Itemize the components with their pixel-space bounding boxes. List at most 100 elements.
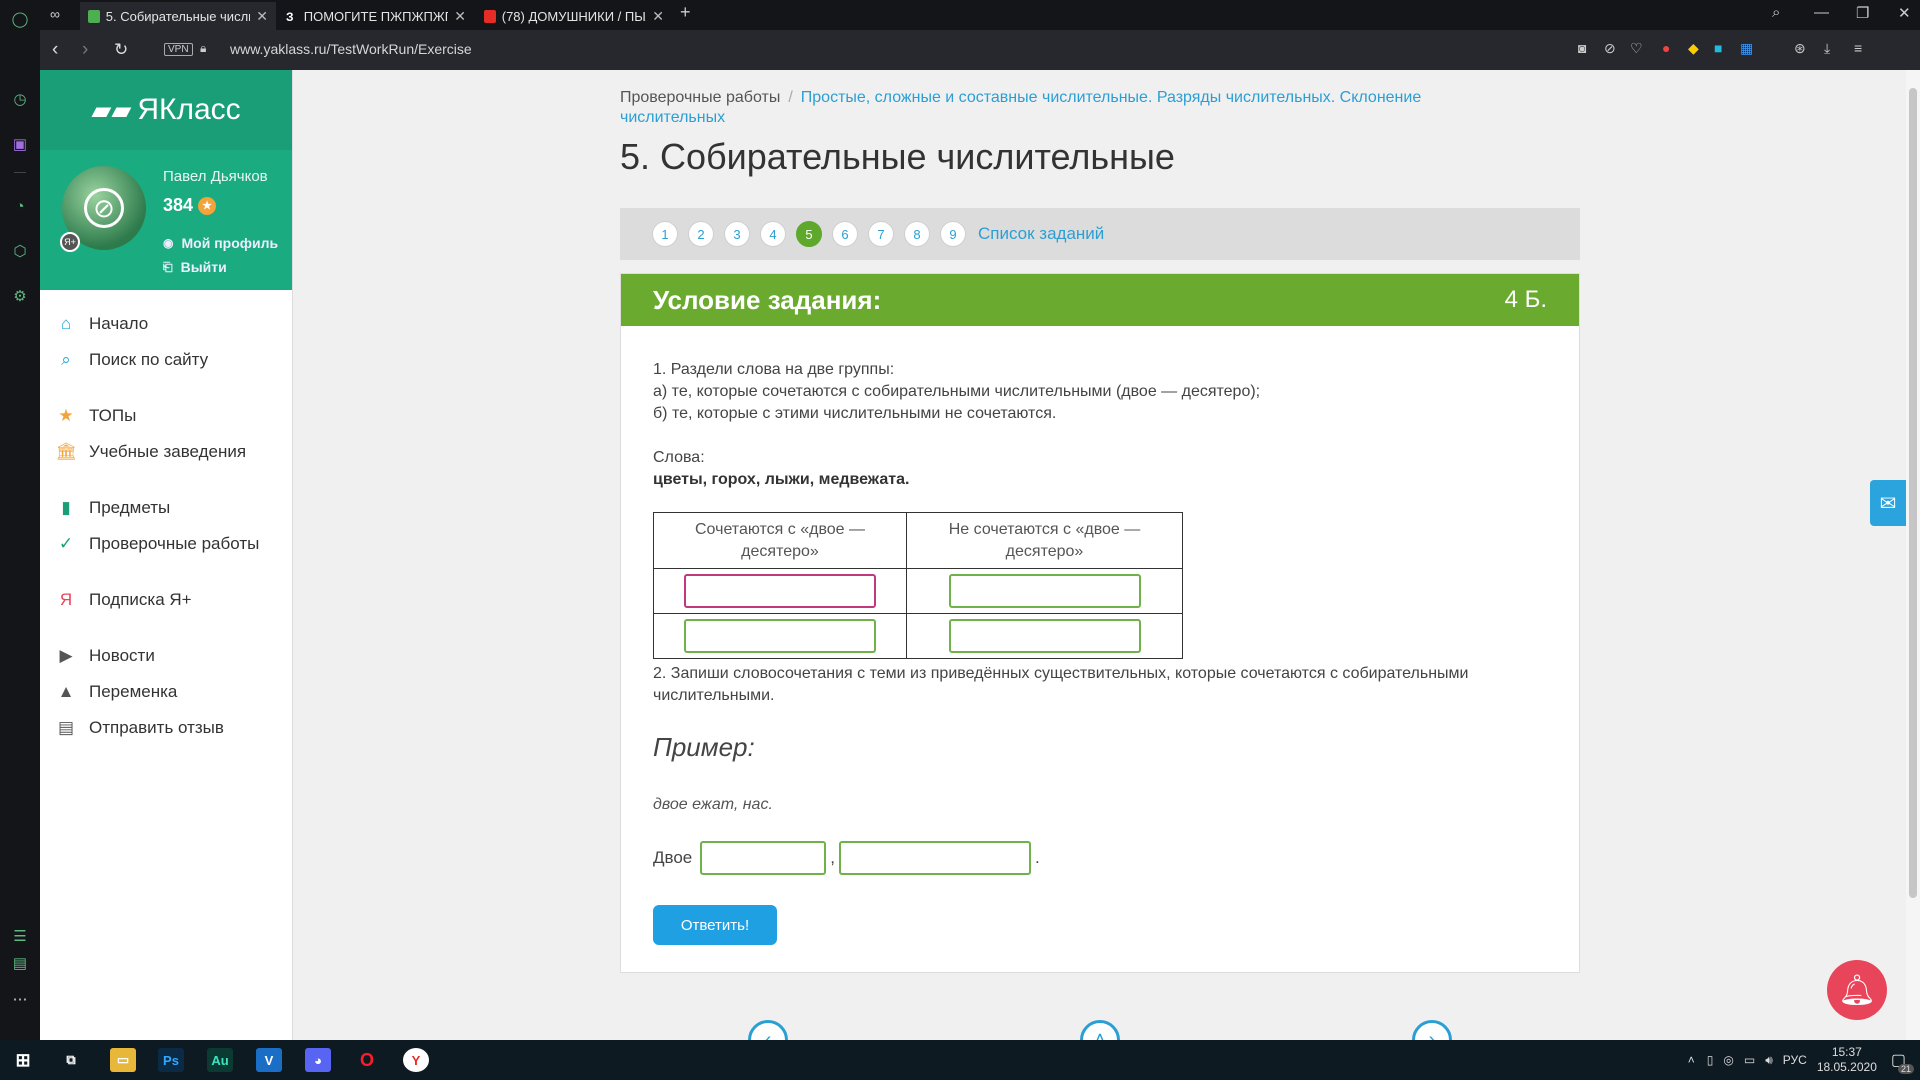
steam-icon[interactable]: ◎ [1723,1053,1733,1067]
download-icon[interactable]: ⤓ [1824,40,1830,57]
heart-icon[interactable]: ♡ [1630,40,1643,57]
mail-icon[interactable]: ✉ [1870,480,1906,526]
tab-menu-icon[interactable]: ∞ [50,6,60,22]
pager-item[interactable]: 5 [796,221,822,247]
logout-link[interactable]: ⎗ Выйти [163,259,227,275]
prev-task-icon[interactable]: ‹ [748,1020,788,1040]
language-indicator[interactable]: РУС [1783,1053,1807,1067]
answer-input-1[interactable] [700,841,827,875]
sidebar-item[interactable]: ▶ Новости [40,638,292,674]
notification-bell-icon[interactable]: 🔔︎ [1827,960,1887,1020]
sidebar-item-label: Подписка Я+ [89,590,192,609]
vpn-badge[interactable]: VPN [164,43,193,56]
windows-start-icon[interactable]: ⊞ [10,1048,36,1072]
sidebar-item[interactable]: ⌂ Начало [40,306,292,342]
avatar[interactable]: ⊘ Я+ [60,166,146,252]
sidebar-item[interactable]: ★ ТОПы [40,398,292,434]
volume-icon[interactable]: 🔊︎ [1765,1053,1773,1068]
scrollbar[interactable] [1906,70,1920,1040]
audition-icon[interactable]: Au [207,1048,233,1072]
file-explorer-icon[interactable]: ▭ [110,1048,136,1072]
more-icon[interactable]: ⋯ [9,988,31,1010]
close-tab-icon[interactable]: ✕ [652,8,664,25]
extension-icon[interactable]: ◆ [1688,40,1699,57]
close-tab-icon[interactable]: ✕ [256,8,268,25]
drop-slot[interactable] [684,619,876,653]
drop-slot[interactable] [948,619,1141,653]
tab-youtube[interactable]: (78) ДОМУШНИКИ / ПЫЛ ✕ [476,2,672,30]
extension-icon[interactable]: ⊛ [1794,40,1806,57]
photoshop-icon[interactable]: Ps [158,1048,184,1072]
search-tabs-icon[interactable]: ⌕ [1772,4,1780,21]
sidebar-item[interactable]: ▮ Предметы [40,490,292,526]
extensions-icon[interactable]: ⬡ [9,240,31,262]
site-logo[interactable]: ▰▰ ЯКласс [40,70,292,150]
vegas-icon[interactable]: V [256,1048,282,1072]
battery-icon[interactable]: ▯ [1707,1053,1714,1067]
tab-title: ПОМОГИТЕ ПЖПЖПЖПЖ [303,8,449,24]
network-icon[interactable]: ▭ [1744,1053,1755,1067]
drop-slot[interactable] [948,574,1141,608]
answer-input-2[interactable] [839,841,1031,875]
pager-item[interactable]: 2 [688,221,714,247]
pager-item[interactable]: 3 [724,221,750,247]
tab-question[interactable]: З ПОМОГИТЕ ПЖПЖПЖПЖ ✕ [278,2,474,30]
camera-icon[interactable]: ◙ [1578,40,1586,56]
forward-icon[interactable]: › [82,39,88,61]
breadcrumb-root-link[interactable]: Проверочные работы [620,89,780,106]
sidebar-item[interactable]: ✓ Проверочные работы [40,526,292,562]
easy-setup-icon[interactable]: ≡ [1854,40,1862,56]
next-task-icon[interactable]: › [1412,1020,1452,1040]
sidebar-item[interactable]: ▤ Отправить отзыв [40,710,292,746]
back-icon[interactable]: ‹ [52,39,58,61]
sidebar-item[interactable]: ⌕ Поиск по сайту [40,342,292,378]
task-list-link[interactable]: Список заданий [978,224,1104,244]
opera-menu-icon[interactable]: ◯ [9,8,31,30]
profile-link[interactable]: ◉ Мой профиль [163,235,278,251]
extension-icon[interactable]: ▦ [1740,40,1753,57]
url-field[interactable]: www.yaklass.ru/TestWorkRun/Exercise [230,41,472,57]
submit-button[interactable]: Ответить! [653,905,777,945]
lock-icon[interactable]: 🔒︎ [200,41,206,56]
pager-item[interactable]: 7 [868,221,894,247]
pager-item[interactable]: 6 [832,221,858,247]
comma: , [830,848,835,867]
pager-item[interactable]: 4 [760,221,786,247]
scrollbar-thumb[interactable] [1909,88,1917,898]
scroll-up-icon[interactable]: ˄ [1080,1020,1120,1040]
reload-icon[interactable]: ↻ [114,40,128,60]
pager-item[interactable]: 9 [940,221,966,247]
workspaces-icon[interactable]: ☰ [9,925,31,947]
task-view-icon[interactable]: ⧉ [58,1048,84,1072]
history-icon[interactable]: ◔ [9,195,31,217]
minimize-icon[interactable]: — [1814,4,1829,21]
sidebar-item[interactable]: Я Подписка Я+ [40,582,292,618]
pager-item[interactable]: 8 [904,221,930,247]
notifications-icon[interactable]: ▢ 21 [1891,1050,1914,1074]
clock[interactable]: 15:37 18.05.2020 [1817,1045,1877,1075]
close-window-icon[interactable]: ✕ [1898,4,1911,22]
breadcrumb-separator: / [788,89,793,106]
discord-icon[interactable]: ◕ [305,1048,331,1072]
sidebar-item-label: Учебные заведения [89,442,247,461]
plus-icon[interactable]: + [680,2,691,23]
twitch-icon[interactable]: ▣ [9,133,31,155]
opera-icon[interactable]: O [354,1048,380,1072]
extension-icon[interactable]: ● [1662,40,1670,56]
tab-yaklass[interactable]: 5. Собирательные числит ✕ [80,2,276,30]
sidebar-item[interactable]: 🏛︎ Учебные заведения [40,434,292,470]
maximize-icon[interactable]: ❐ [1856,4,1869,22]
pager-numbers: 123456789 [652,221,976,247]
speed-dial-icon[interactable]: ◷ [9,88,31,110]
chevron-up-icon[interactable]: ˄ [1688,1053,1695,1067]
pager-item[interactable]: 1 [652,221,678,247]
close-tab-icon[interactable]: ✕ [454,8,466,25]
drop-slot[interactable] [684,574,876,608]
yandex-browser-icon[interactable]: Y [403,1048,429,1072]
workspace-icon[interactable]: ▤ [9,952,31,974]
settings-icon[interactable]: ⚙ [9,285,31,307]
sidebar-item[interactable]: ▲ Переменка [40,674,292,710]
extension-icon[interactable]: ■ [1714,40,1722,56]
adblock-icon[interactable]: ⊘ [1604,40,1616,57]
notification-count: 21 [1897,1064,1914,1074]
